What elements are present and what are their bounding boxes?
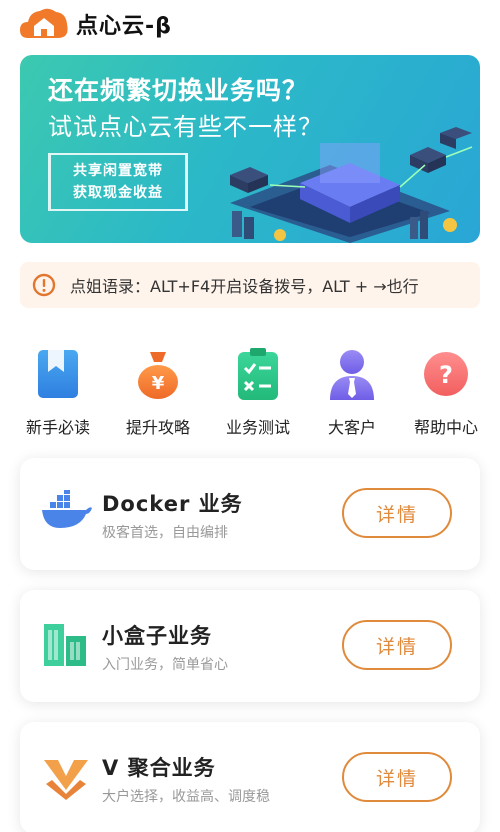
quick-link-label: 新手必读: [25, 418, 90, 437]
banner-headline: 还在频繁切换业务吗？: [48, 76, 309, 105]
details-button[interactable]: 详情: [342, 620, 452, 670]
service-subtitle: 大户选择，收益高、调度稳: [102, 789, 270, 805]
quick-link-label: 提升攻略: [125, 418, 190, 437]
quick-links-row: 新手必读 ¥ 提升攻略 业务测试 大客户 ? 帮助中心: [0, 340, 500, 440]
app-title: 点心云-β: [76, 14, 172, 39]
svg-text:¥: ¥: [152, 373, 165, 394]
service-title: Docker 业务: [102, 492, 243, 516]
question-circle-icon: ?: [424, 352, 468, 396]
quick-link-strategy[interactable]: ¥ 提升攻略: [108, 340, 208, 440]
banner-tag-line2: 获取现金收益: [73, 185, 163, 201]
v-funnel-icon: [44, 760, 88, 800]
house-cloud-logo-icon: [20, 8, 68, 39]
docker-whale-icon: [42, 490, 92, 528]
tip-notice-bar: 点姐语录：ALT+F4开启设备拨号，ALT + →也行: [20, 262, 480, 308]
tip-notice-text: 点姐语录：ALT+F4开启设备拨号，ALT + →也行: [70, 277, 419, 296]
quick-link-label: 大客户: [327, 418, 376, 437]
banner-tag-line1: 共享闲置宽带: [73, 163, 163, 179]
quick-link-test[interactable]: 业务测试: [208, 340, 308, 440]
service-card-v-aggregate[interactable]: V 聚合业务 大户选择，收益高、调度稳 详情: [20, 722, 480, 832]
service-subtitle: 入门业务，简单省心: [102, 657, 228, 673]
banner-tag-box: 共享闲置宽带 获取现金收益: [48, 153, 188, 211]
isometric-server-illustration: [230, 127, 473, 243]
quick-link-beginner[interactable]: 新手必读: [8, 340, 108, 440]
details-button[interactable]: 详情: [342, 488, 452, 538]
money-bag-icon: ¥: [138, 352, 178, 399]
bookmark-book-icon: [38, 350, 78, 398]
quick-link-label: 帮助中心: [413, 418, 478, 437]
service-title: V 聚合业务: [102, 756, 216, 780]
service-title: 小盒子业务: [102, 624, 212, 648]
quick-link-label: 业务测试: [225, 418, 290, 437]
promo-banner[interactable]: 还在频繁切换业务吗？ 试试点心云有些不一样？ 共享闲置宽带 获取现金收益: [20, 55, 480, 243]
details-button[interactable]: 详情: [342, 752, 452, 802]
svg-text:?: ?: [439, 361, 453, 389]
quick-link-enterprise[interactable]: 大客户: [302, 340, 402, 440]
app-header: 点心云-β: [18, 4, 172, 44]
service-subtitle: 极客首选，自由编排: [102, 525, 228, 541]
app-screen: 点心云-β 还在频繁切换业务吗？ 试试点心云有些不一样？ 共享闲置宽带 获取现金…: [0, 0, 500, 832]
quick-link-help[interactable]: ? 帮助中心: [396, 340, 496, 440]
checklist-clipboard-icon: [238, 348, 278, 400]
service-card-small-box[interactable]: 小盒子业务 入门业务，简单省心 详情: [20, 590, 480, 702]
service-card-docker[interactable]: Docker 业务 极客首选，自由编排 详情: [20, 458, 480, 570]
alert-circle-icon: [32, 273, 56, 297]
server-box-icon: [44, 624, 86, 666]
user-tie-icon: [330, 350, 374, 400]
